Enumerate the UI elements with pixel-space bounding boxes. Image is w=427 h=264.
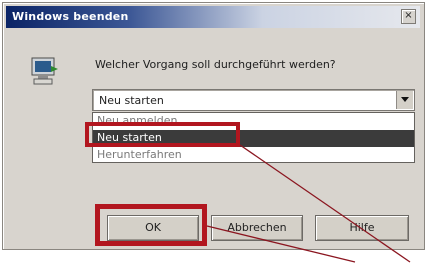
computer-icon — [31, 57, 58, 85]
chevron-down-icon — [401, 97, 409, 102]
ok-button-highlight-box — [95, 204, 207, 246]
action-combobox[interactable]: Neu starten — [92, 89, 415, 111]
title-bar: Windows beenden × — [6, 6, 420, 28]
combobox-dropdown-button[interactable] — [396, 91, 413, 109]
selected-item-highlight-box — [85, 122, 240, 147]
cancel-button[interactable]: Abbrechen — [211, 215, 303, 241]
question-text: Welcher Vorgang soll durchgeführt werden… — [95, 58, 336, 71]
combobox-value: Neu starten — [99, 94, 164, 107]
dropdown-item-shutdown[interactable]: Herunterfahren — [93, 147, 414, 164]
help-button[interactable]: Hilfe — [315, 215, 409, 241]
close-icon: × — [404, 10, 413, 21]
dialog-title: Windows beenden — [12, 10, 129, 23]
close-button[interactable]: × — [401, 9, 416, 24]
